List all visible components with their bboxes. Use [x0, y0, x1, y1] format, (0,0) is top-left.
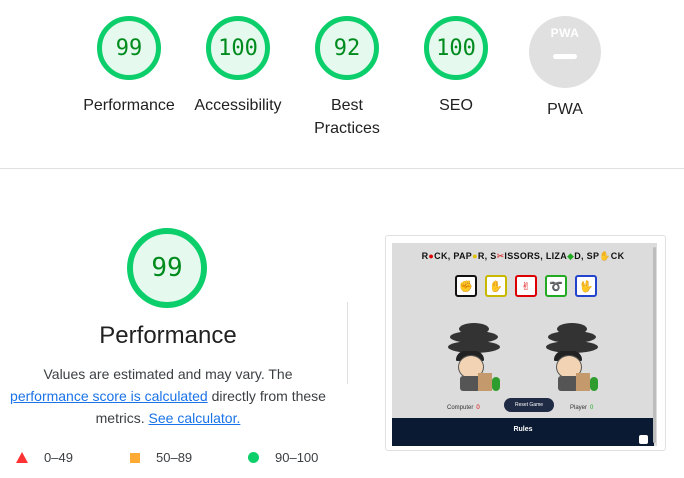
category-gauges: 99 Performance 100 Accessibility 92 Best…	[0, 0, 684, 168]
lizard-shape	[492, 377, 500, 391]
box-shape	[478, 373, 492, 391]
score-value: 92	[333, 35, 361, 61]
screenshot-image: R●CK, PAP●R, S✂ISSORS, LIZA◆D, SP✋CK ✊ ✋…	[392, 243, 657, 446]
legend-label: 50–89	[156, 450, 193, 465]
scissors-icon: ✌	[515, 275, 537, 297]
title-part: R, S	[477, 251, 497, 261]
player-score-value: 0	[590, 405, 594, 411]
box-shape	[576, 373, 590, 391]
performance-gauge: 99	[127, 228, 207, 308]
final-screenshot[interactable]: R●CK, PAP●R, S✂ISSORS, LIZA◆D, SP✋CK ✊ ✋…	[385, 235, 666, 451]
title-part: CK, PAP	[434, 251, 473, 261]
triangle-icon	[16, 452, 28, 463]
score-ring: 99	[127, 228, 207, 308]
score-ring: 100	[424, 16, 488, 80]
score-value: 100	[436, 35, 476, 61]
calculator-link[interactable]: See calculator.	[149, 410, 241, 426]
player-character	[542, 323, 602, 393]
score-legend: 0–49 50–89 90–100	[14, 450, 344, 470]
gauge-label: Best Practices	[314, 97, 380, 137]
game-title: R●CK, PAP●R, S✂ISSORS, LIZA◆D, SP✋CK	[392, 251, 654, 262]
computer-score-value: 0	[476, 405, 480, 411]
spock-icon: 🖖	[575, 275, 597, 297]
github-icon	[639, 435, 648, 444]
na-dash-icon	[553, 54, 577, 59]
pwa-badge: PWA	[529, 16, 601, 88]
performance-description: Values are estimated and may vary. The p…	[8, 363, 328, 429]
legend-label: 0–49	[44, 450, 73, 465]
score-calculation-link[interactable]: performance score is calculated	[10, 388, 208, 404]
performance-title: Performance	[99, 322, 237, 349]
square-icon	[130, 452, 140, 463]
rules-bar: Rules	[392, 418, 654, 446]
player-label: Player	[570, 405, 588, 411]
score-ring: 100	[206, 16, 270, 80]
title-part: CK	[610, 251, 625, 261]
body-shape	[460, 376, 480, 391]
player-score: Player 0	[570, 405, 593, 411]
spock-glyph-icon: ✋	[599, 251, 611, 261]
rock-icon: ✊	[455, 275, 477, 297]
section-divider	[0, 168, 684, 169]
computer-score: Computer 0	[447, 405, 480, 411]
paper-icon: ✋	[485, 275, 507, 297]
score-value: 99	[151, 253, 183, 283]
gauge-performance[interactable]: 99 Performance	[74, 16, 184, 117]
gauge-label: Accessibility	[194, 97, 282, 114]
legend-label: 90–100	[275, 450, 319, 465]
score-ring: 92	[315, 16, 379, 80]
lizard-icon: ➰	[545, 275, 567, 297]
legend-average: 50–89	[130, 450, 192, 465]
computer-label: Computer	[447, 405, 474, 411]
gauge-seo[interactable]: 100 SEO	[401, 16, 511, 117]
gauge-pwa[interactable]: PWA PWA	[510, 16, 620, 121]
body-shape	[558, 376, 578, 391]
title-part: ISSORS, LIZA	[504, 251, 568, 261]
gauge-best-practices[interactable]: 92 Best Practices	[292, 16, 402, 140]
legend-pass: 90–100	[248, 450, 318, 465]
rules-label: Rules	[513, 426, 533, 433]
vertical-divider	[347, 302, 348, 384]
gauge-label: PWA	[547, 101, 583, 118]
gauge-label: SEO	[439, 97, 473, 114]
computer-character	[444, 323, 504, 393]
gauge-accessibility[interactable]: 100 Accessibility	[183, 16, 293, 117]
title-part: D, SP	[574, 251, 600, 261]
gauge-label: Performance	[83, 97, 175, 114]
lizard-shape	[590, 377, 598, 391]
circle-icon	[248, 452, 259, 463]
desc-text: Values are estimated and may vary. The	[43, 366, 293, 382]
legend-fail: 0–49	[16, 450, 73, 465]
score-value: 99	[115, 35, 143, 61]
scrollbar	[653, 247, 656, 443]
reset-game-button: Reset Game	[504, 398, 554, 412]
score-ring: 99	[97, 16, 161, 80]
score-value: 100	[218, 35, 258, 61]
pwa-badge-text: PWA	[550, 26, 580, 40]
